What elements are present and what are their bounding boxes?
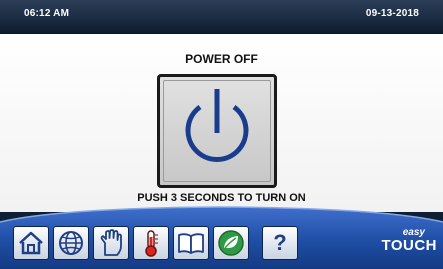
main-panel: POWER OFF PUSH 3 SECONDS TO TURN ON — [0, 34, 443, 212]
temperature-button[interactable] — [133, 226, 169, 260]
hand-icon — [100, 229, 122, 256]
touch-screen: 06:12 AM 09-13-2018 POWER OFF PUSH 3 SEC… — [0, 0, 443, 269]
help-icon: ? — [273, 230, 287, 255]
power-button[interactable] — [157, 74, 277, 188]
globe-icon — [59, 231, 83, 255]
eco-mode-button[interactable] — [213, 226, 249, 260]
page-title: POWER OFF — [185, 52, 258, 66]
book-icon — [178, 233, 204, 254]
recipe-book-button[interactable] — [173, 226, 209, 260]
brand-logo-line2: TOUCH — [381, 237, 437, 254]
power-icon — [185, 89, 249, 162]
language-button[interactable] — [53, 226, 89, 260]
brand-logo: easy TOUCH — [381, 228, 437, 254]
clock-time: 06:12 AM — [24, 8, 70, 19]
manual-button[interactable] — [93, 226, 129, 260]
current-date: 09-13-2018 — [365, 8, 419, 19]
power-on-hint: PUSH 3 SECONDS TO TURN ON — [137, 192, 306, 204]
help-button[interactable]: ? — [262, 226, 298, 260]
home-button[interactable] — [13, 226, 49, 260]
leaf-icon — [218, 230, 244, 256]
home-icon — [19, 231, 43, 255]
status-bar: 06:12 AM 09-13-2018 — [0, 0, 443, 34]
thermometer-icon — [145, 230, 158, 257]
